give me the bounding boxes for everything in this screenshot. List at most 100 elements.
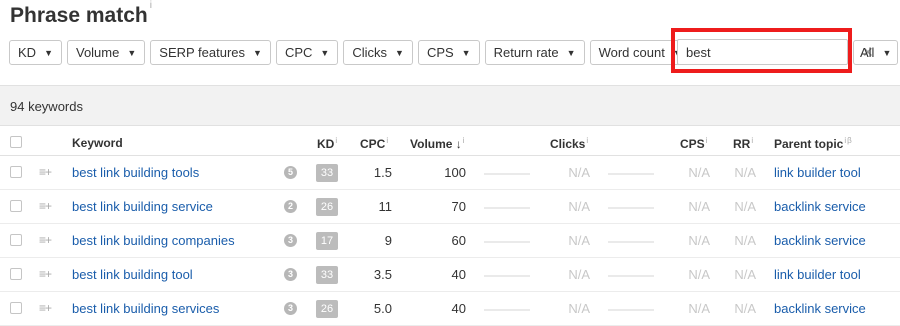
filter-bar: KD ▼ Volume ▼ SERP features ▼ CPC ▼ Clicks ▼ … (9, 40, 691, 65)
cps-value: N/A (688, 199, 710, 214)
parent-topic-link[interactable]: link builder tool (774, 165, 861, 180)
cps-value: N/A (688, 233, 710, 248)
keyword-link[interactable]: best link building service (72, 199, 213, 214)
info-icon: i (751, 136, 754, 145)
parent-topic-link[interactable]: backlink service (774, 301, 866, 316)
keyword-link[interactable]: best link building services (72, 301, 219, 316)
parent-topic-link[interactable]: backlink service (774, 199, 866, 214)
filter-label: CPC (284, 45, 313, 60)
keyword-link[interactable]: best link building companies (72, 233, 235, 248)
col-clicks[interactable]: Clicksi (550, 136, 588, 151)
volume-value: 60 (451, 233, 466, 248)
add-to-list-icon[interactable]: ≡+ (39, 165, 52, 179)
serp-features-count-badge: 3 (284, 302, 297, 315)
col-volume[interactable]: Volume ↓i (410, 136, 465, 151)
info-icon[interactable]: i (150, 0, 152, 11)
keyword-link[interactable]: best link building tool (72, 267, 193, 282)
col-clicks-label: Clicks (550, 137, 586, 151)
col-cps-label: CPS (680, 137, 705, 151)
cpc-value: 5.0 (373, 301, 392, 316)
col-rr[interactable]: RRi (733, 136, 753, 151)
cpc-value: 1.5 (373, 165, 392, 180)
row-checkbox[interactable] (10, 302, 22, 314)
serp-features-count-badge: 2 (284, 200, 297, 213)
clicks-bar (608, 207, 654, 209)
cpc-value: 3.5 (373, 267, 392, 282)
serp-features-count-badge: 5 (284, 166, 297, 179)
table-row: ≡+ best link building services 3 26 5.0 40 N/A… (0, 292, 900, 326)
kd-score-badge: 26 (316, 300, 338, 318)
filter-label: KD (18, 45, 37, 60)
clicks-value: N/A (568, 233, 590, 248)
filter-kd[interactable]: KD ▼ (9, 40, 62, 65)
table-row: ≡+ best link building service 2 26 11 70 N/A N/… (0, 190, 900, 224)
clicks-bar (608, 275, 654, 277)
scope-select[interactable]: All ▼ (853, 40, 899, 65)
col-keyword[interactable]: Keyword (72, 136, 123, 150)
col-kd-label: KD (317, 137, 335, 151)
col-cps[interactable]: CPSi (680, 136, 707, 151)
clicks-value: N/A (568, 301, 590, 316)
filter-label: Clicks (352, 45, 388, 60)
volume-value: 40 (451, 301, 466, 316)
col-kd[interactable]: KDi (317, 136, 337, 151)
filter-volume[interactable]: Volume ▼ (66, 40, 146, 65)
clicks-value: N/A (568, 165, 590, 180)
row-checkbox[interactable] (10, 200, 22, 212)
info-icon: i (462, 136, 465, 145)
row-checkbox[interactable] (10, 268, 22, 280)
scope-select-label: All (860, 45, 875, 60)
return-rate-value: N/A (734, 233, 756, 248)
caret-down-icon: ▼ (253, 47, 262, 58)
filter-clicks[interactable]: Clicks ▼ (343, 40, 413, 65)
add-to-list-icon[interactable]: ≡+ (39, 301, 52, 315)
filter-cps[interactable]: CPS ▼ (417, 40, 480, 65)
filter-label: CPS (426, 45, 454, 60)
filter-return-rate[interactable]: Return rate ▼ (484, 40, 585, 65)
kd-score-badge: 33 (316, 266, 338, 284)
caret-down-icon: ▼ (461, 47, 471, 58)
return-rate-value: N/A (734, 267, 756, 282)
col-cpc[interactable]: CPCi (360, 136, 388, 151)
select-all-checkbox[interactable] (10, 136, 22, 148)
add-to-list-icon[interactable]: ≡+ (39, 199, 52, 213)
volume-value: 40 (451, 267, 466, 282)
parent-topic-link[interactable]: link builder tool (774, 267, 861, 282)
col-parent-topic[interactable]: Parent topiciβ (774, 136, 852, 151)
parent-topic-link[interactable]: backlink service (774, 233, 866, 248)
sort-down-icon: ↓ (455, 137, 462, 151)
kd-score-badge: 26 (316, 198, 338, 216)
keyword-link[interactable]: best link building tools (72, 165, 199, 180)
caret-down-icon: ▼ (44, 47, 53, 58)
filter-label: Word count (598, 45, 665, 60)
row-checkbox[interactable] (10, 234, 22, 246)
add-to-list-icon[interactable]: ≡+ (39, 267, 52, 281)
keyword-count: 94 keywords (10, 99, 83, 114)
volume-trend-bar (484, 207, 530, 209)
filter-serp-features[interactable]: SERP features ▼ (150, 40, 271, 65)
page-title: Phrase match i (10, 0, 152, 28)
return-rate-value: N/A (734, 301, 756, 316)
serp-features-count-badge: 3 (284, 268, 297, 281)
table-row: ≡+ best link building tools 5 33 1.5 100 N/A N/… (0, 156, 900, 190)
info-icon: i (586, 136, 589, 145)
add-to-list-icon[interactable]: ≡+ (39, 233, 52, 247)
row-checkbox[interactable] (10, 166, 22, 178)
caret-down-icon: ▼ (566, 47, 576, 58)
col-cpc-label: CPC (360, 137, 386, 151)
col-volume-label: Volume (410, 137, 453, 151)
results-summary: 94 keywords (0, 85, 900, 126)
search-highlight-box (671, 28, 852, 73)
kd-score-badge: 33 (316, 164, 338, 182)
filter-cpc[interactable]: CPC ▼ (275, 40, 339, 65)
return-rate-value: N/A (734, 165, 756, 180)
clicks-bar (608, 173, 654, 175)
volume-trend-bar (484, 241, 530, 243)
cps-value: N/A (688, 267, 710, 282)
page-title-text: Phrase match (10, 4, 148, 27)
volume-value: 100 (444, 165, 466, 180)
clicks-bar (608, 309, 654, 311)
volume-value: 70 (451, 199, 466, 214)
filter-label: Return rate (493, 45, 559, 60)
info-icon: i (335, 136, 338, 145)
